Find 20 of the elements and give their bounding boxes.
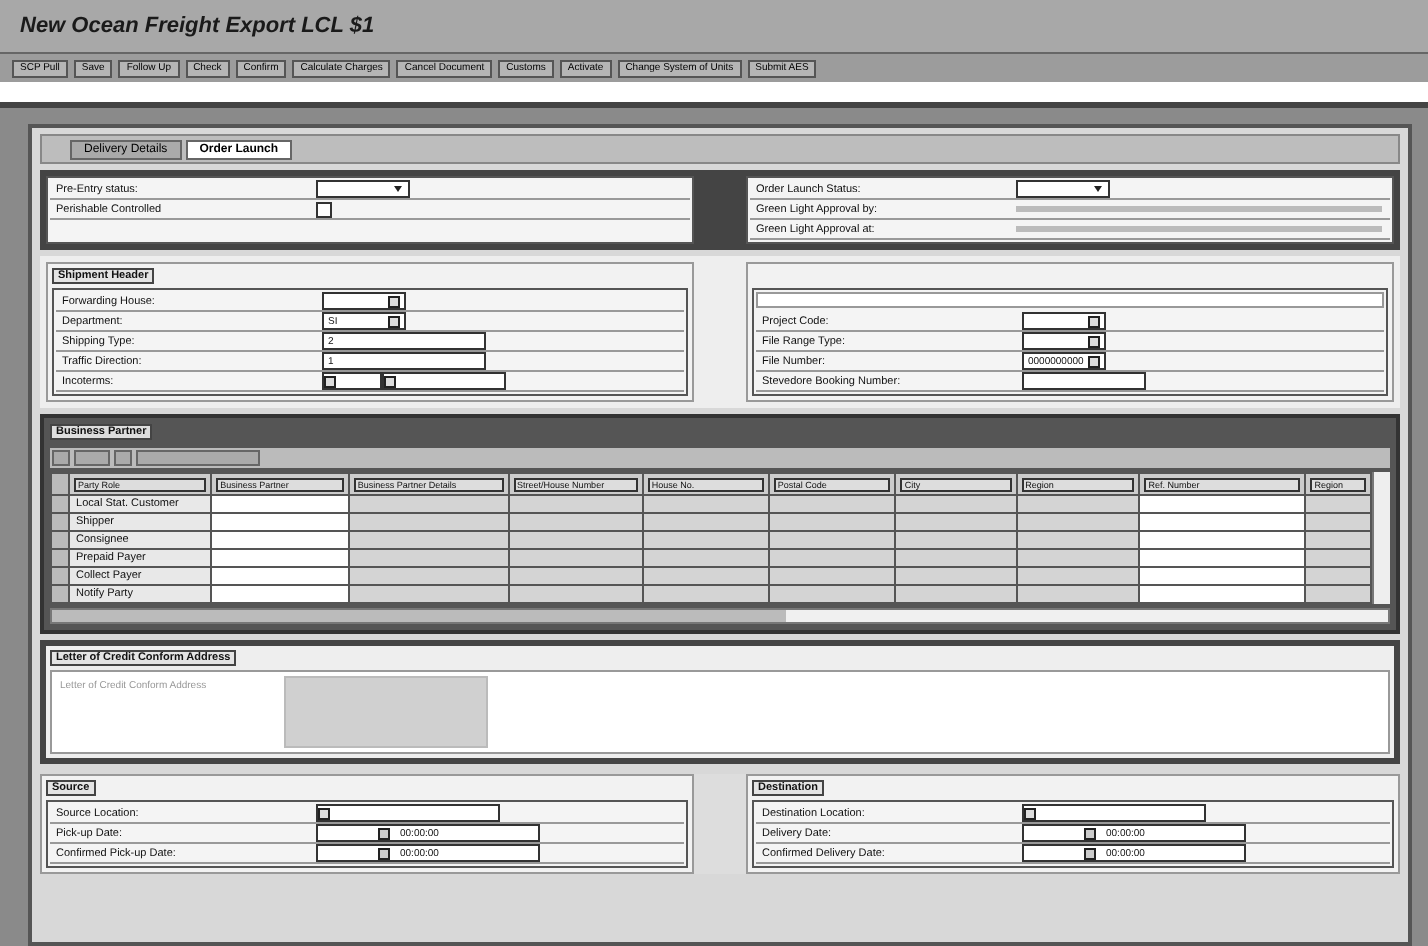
- lookup-icon[interactable]: [384, 375, 396, 387]
- window-title: New Ocean Freight Export LCL $1: [20, 14, 375, 38]
- input-field[interactable]: [1022, 312, 1106, 330]
- input-field[interactable]: [1022, 372, 1146, 390]
- input-field[interactable]: [1022, 332, 1106, 350]
- input-field[interactable]: [322, 372, 382, 390]
- lookup-icon[interactable]: [1024, 807, 1036, 819]
- lookup-icon[interactable]: [318, 807, 330, 819]
- input-field[interactable]: [1022, 804, 1206, 822]
- input-field[interactable]: [382, 372, 506, 390]
- input-field[interactable]: [316, 804, 500, 822]
- scrollbar[interactable]: [1372, 472, 1390, 604]
- dropdown[interactable]: [1016, 180, 1110, 198]
- checkbox[interactable]: [316, 201, 332, 217]
- command-field[interactable]: [0, 82, 1428, 108]
- input-field[interactable]: [322, 292, 406, 310]
- lookup-icon[interactable]: [324, 375, 336, 387]
- scrollbar[interactable]: [50, 608, 1390, 624]
- dropdown[interactable]: [316, 180, 410, 198]
- input-field[interactable]: [756, 292, 1384, 308]
